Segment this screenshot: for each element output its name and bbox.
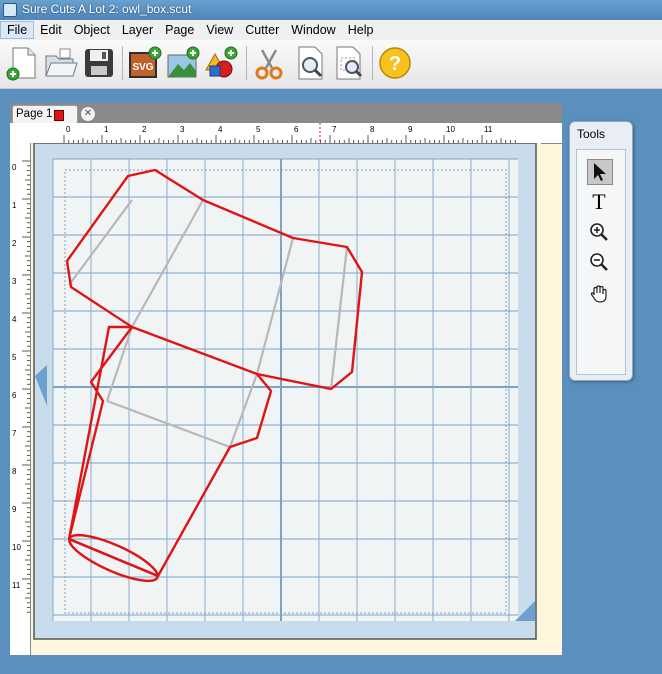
- new-document-button[interactable]: [4, 44, 42, 82]
- help-icon: ?: [379, 47, 411, 79]
- tools-panel-title: Tools: [577, 127, 606, 141]
- menu-view[interactable]: View: [200, 21, 239, 39]
- menu-edit[interactable]: Edit: [34, 21, 68, 39]
- import-image-icon: [167, 46, 200, 78]
- cut-button[interactable]: [250, 44, 288, 82]
- toolbar: SVG ?: [0, 40, 662, 89]
- menu-cutter[interactable]: Cutter: [239, 21, 285, 39]
- zoom-out-button[interactable]: [587, 250, 611, 274]
- ruler-label: 5: [256, 125, 261, 134]
- mat-surface: [53, 159, 518, 621]
- ruler-label: 4: [12, 315, 17, 324]
- ruler-label: 4: [218, 125, 223, 134]
- open-folder-icon: [45, 48, 78, 77]
- cut-scissors-icon: [255, 49, 283, 80]
- ruler-label: 9: [408, 125, 413, 134]
- menu-bar: File Edit Object Layer Page View Cutter …: [0, 20, 662, 40]
- page-tab-strip: Page 1 ✕: [10, 103, 562, 124]
- pan-hand-icon: [590, 285, 607, 303]
- ruler-label: 10: [12, 543, 21, 552]
- document-workspace: Page 1 ✕ 0 1 2 3 4 5 6 7 8 9 10 11 0 1 2 3 4 5 6 7 8 9 10 11: [10, 103, 562, 655]
- add-shapes-icon: [205, 46, 238, 78]
- ruler-label: 1: [12, 201, 17, 210]
- page-color-swatch: [54, 110, 64, 121]
- ruler-label: 2: [142, 125, 147, 134]
- tab-page-1[interactable]: Page 1: [12, 105, 78, 124]
- title-bar: Sure Cuts A Lot 2: owl_box.scut: [0, 0, 662, 20]
- ruler-label: 5: [12, 353, 17, 362]
- zoom-in-icon: [590, 223, 608, 241]
- menu-object[interactable]: Object: [68, 21, 116, 39]
- new-document-icon: [6, 47, 36, 81]
- ruler-label: 3: [12, 277, 17, 286]
- select-arrow-icon: [594, 163, 606, 181]
- import-svg-icon: SVG: [129, 46, 162, 78]
- preview-page-icon: [298, 46, 323, 80]
- ruler-label: 11: [12, 581, 21, 590]
- zoom-out-icon: [590, 253, 608, 271]
- ruler-label: 9: [12, 505, 17, 514]
- ruler-label: 8: [370, 125, 375, 134]
- toolbar-separator: [372, 46, 373, 80]
- horizontal-ruler[interactable]: 0 1 2 3 4 5 6 7 8 9 10 11: [30, 123, 562, 144]
- save-disk-icon: [85, 49, 113, 77]
- toolbar-separator: [246, 46, 247, 80]
- open-button[interactable]: [42, 44, 80, 82]
- design-canvas[interactable]: [31, 142, 541, 655]
- ruler-corner: [10, 123, 30, 143]
- select-tool-button[interactable]: [587, 159, 613, 185]
- tab-close-button[interactable]: ✕: [80, 106, 96, 122]
- ruler-label: 7: [332, 125, 337, 134]
- menu-file[interactable]: File: [0, 21, 35, 39]
- ruler-label: 8: [12, 467, 17, 476]
- vertical-ruler[interactable]: 0 1 2 3 4 5 6 7 8 9 10 11: [10, 143, 31, 655]
- preview-cut-icon: [336, 46, 363, 80]
- ruler-label: 0: [12, 163, 17, 172]
- import-image-button[interactable]: [164, 44, 202, 82]
- text-tool-icon: T: [592, 189, 606, 214]
- ruler-label: 10: [446, 125, 455, 134]
- help-button[interactable]: ?: [376, 44, 414, 82]
- window-title: Sure Cuts A Lot 2: owl_box.scut: [22, 2, 192, 16]
- text-tool-button[interactable]: T: [587, 190, 611, 214]
- ruler-label: 0: [66, 125, 71, 134]
- ruler-label: 7: [12, 429, 17, 438]
- save-button[interactable]: [80, 44, 118, 82]
- pan-tool-button[interactable]: [587, 282, 611, 306]
- horizontal-ruler-ticks: 0 1 2 3 4 5 6 7 8 9 10 11: [63, 123, 516, 143]
- tools-panel: Tools T: [569, 121, 633, 381]
- svg-label: SVG: [132, 62, 153, 73]
- menu-layer[interactable]: Layer: [116, 21, 159, 39]
- cutting-mat[interactable]: [31, 142, 541, 655]
- add-shapes-button[interactable]: [202, 44, 240, 82]
- vertical-ruler-ticks: 0 1 2 3 4 5 6 7 8 9 10 11: [12, 160, 30, 613]
- menu-page[interactable]: Page: [159, 21, 200, 39]
- app-icon: [3, 3, 17, 17]
- ruler-label: 6: [294, 125, 299, 134]
- menu-help[interactable]: Help: [342, 21, 380, 39]
- ruler-label: 2: [12, 239, 17, 248]
- zoom-in-button[interactable]: [587, 220, 611, 244]
- menu-window[interactable]: Window: [285, 21, 341, 39]
- ruler-label: 1: [104, 125, 109, 134]
- preview-cut-button[interactable]: [330, 44, 368, 82]
- tab-label: Page 1: [16, 108, 53, 120]
- ruler-label: 11: [484, 125, 493, 134]
- preview-page-button[interactable]: [292, 44, 330, 82]
- toolbar-separator: [122, 46, 123, 80]
- ruler-label: 3: [180, 125, 185, 134]
- help-glyph: ?: [389, 53, 401, 75]
- import-svg-button[interactable]: SVG: [126, 44, 164, 82]
- ruler-label: 6: [12, 391, 17, 400]
- close-icon: ✕: [83, 108, 93, 119]
